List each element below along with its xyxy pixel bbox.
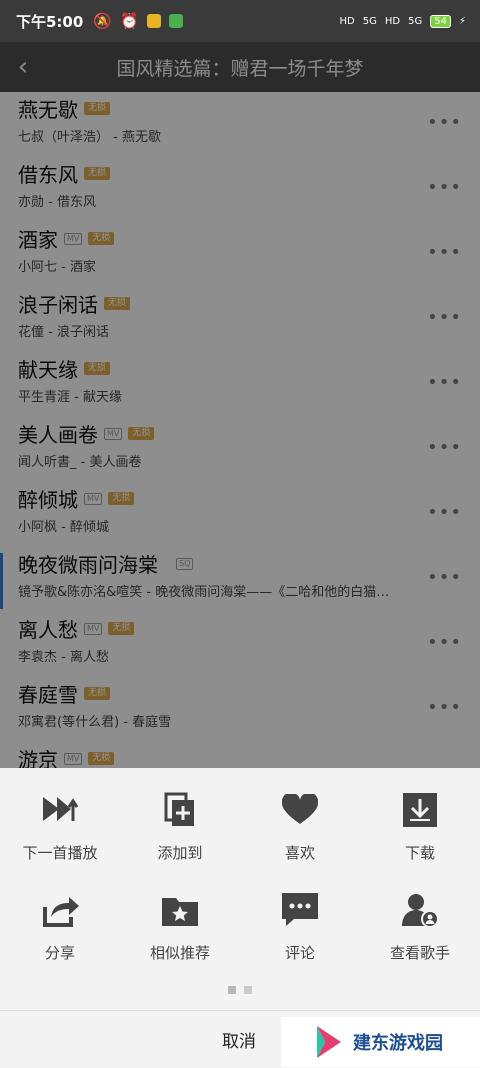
comment-button[interactable]: 评论: [240, 890, 360, 963]
add-to-label: 添加到: [157, 844, 203, 862]
add-to-button[interactable]: 添加到: [120, 790, 240, 863]
play-next-button[interactable]: 下一首播放: [0, 790, 120, 863]
like-button[interactable]: 喜欢: [240, 790, 360, 863]
signal-icon: 5G: [362, 15, 377, 27]
heart-icon: [280, 790, 320, 830]
cancel-label: 取消: [222, 1032, 256, 1052]
page-dot-2[interactable]: [244, 986, 252, 994]
status-time: 下午5:00: [16, 12, 84, 31]
app-notification-icon: [146, 14, 161, 28]
play-next-label: 下一首播放: [22, 844, 98, 862]
page-indicator: [0, 986, 480, 994]
wechat-notification-icon: [168, 14, 183, 28]
view-singer-button[interactable]: 查看歌手: [360, 890, 480, 963]
similar-folder-icon: [160, 890, 200, 930]
alarm-icon: ⏰: [120, 12, 139, 30]
play-next-icon: [40, 790, 80, 830]
status-bar: 下午5:00 🔕 ⏰ HD 5G HD 5G 54 ⚡: [0, 0, 480, 42]
comment-icon: [280, 890, 320, 930]
battery-icon: 54: [430, 14, 451, 28]
share-label: 分享: [44, 944, 75, 962]
action-row-2: 分享 相似推荐 评论 查看歌手: [0, 890, 480, 963]
comment-label: 评论: [284, 944, 315, 962]
view-singer-label: 查看歌手: [389, 944, 450, 962]
watermark-logo-icon: [317, 1026, 341, 1058]
watermark-text: 建东游戏园: [353, 1033, 443, 1054]
action-row-1: 下一首播放 添加到 喜欢 下载: [0, 790, 480, 863]
mute-icon: 🔕: [93, 12, 112, 30]
header: ‹ 国风精选篇：赠君一场千年梦: [0, 42, 480, 92]
singer-icon: [400, 890, 440, 930]
hd-icon: HD: [339, 15, 355, 27]
download-button[interactable]: 下载: [360, 790, 480, 863]
similar-button[interactable]: 相似推荐: [120, 890, 240, 963]
signal-icon-2: 5G: [408, 15, 423, 27]
watermark: 建东游戏园: [281, 1017, 480, 1067]
download-label: 下载: [404, 844, 435, 862]
page-title: 国风精选篇：赠君一场千年梦: [116, 57, 364, 80]
dim-overlay[interactable]: [0, 0, 480, 772]
like-label: 喜欢: [284, 844, 315, 862]
back-icon[interactable]: ‹: [0, 52, 46, 82]
charging-icon: ⚡: [458, 15, 466, 27]
hd-icon-2: HD: [384, 15, 401, 27]
share-button[interactable]: 分享: [0, 890, 120, 963]
similar-label: 相似推荐: [149, 944, 210, 962]
add-to-playlist-icon: [160, 790, 200, 830]
download-icon: [400, 790, 440, 830]
page-dot-1[interactable]: [228, 986, 236, 994]
share-icon: [40, 890, 80, 930]
